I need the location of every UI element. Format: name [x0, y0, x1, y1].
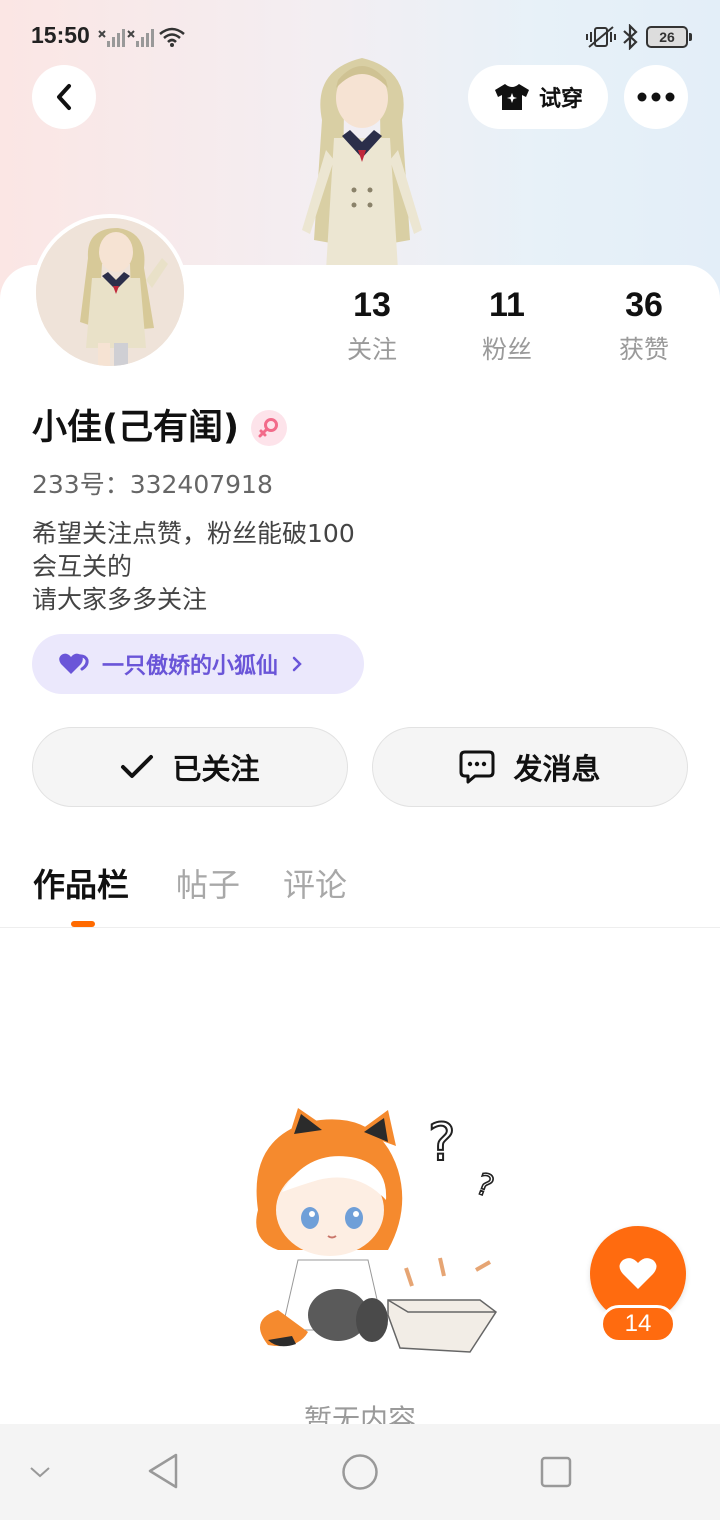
nav-recents-icon[interactable]	[540, 1456, 572, 1488]
wifi-icon	[159, 27, 185, 47]
user-id: 233号：332407918	[32, 470, 273, 499]
stat-following[interactable]: 13 关注	[312, 283, 432, 370]
female-icon	[251, 410, 287, 446]
battery-icon: 26	[646, 26, 692, 48]
signal-icon	[98, 29, 125, 47]
stat-value: 11	[489, 286, 525, 324]
user-bio: 希望关注点赞，粉丝能破100 会互关的 请大家多多关注	[32, 517, 355, 616]
system-nav-bar	[0, 1424, 720, 1520]
signal-icon	[127, 29, 154, 47]
try-on-label: 试穿	[538, 87, 583, 112]
avatar-image	[36, 218, 184, 366]
shirt-icon	[494, 84, 529, 110]
tab-posts[interactable]: 帖子	[176, 863, 240, 907]
chat-icon	[459, 750, 495, 784]
avatar-figure-illustration	[302, 58, 422, 270]
stat-label: 关注	[346, 335, 397, 364]
heart-icon	[59, 653, 89, 674]
send-message-button[interactable]: 发消息	[372, 727, 688, 807]
stat-label: 获赞	[618, 335, 669, 364]
bio-line: 会互关的	[32, 552, 133, 581]
content-tabs: 作品栏 帖子 评论	[0, 855, 720, 928]
active-tab-indicator	[71, 921, 95, 927]
stat-label: 粉丝	[481, 335, 532, 364]
collapse-icon[interactable]	[28, 1464, 52, 1480]
bio-line: 希望关注点赞，粉丝能破100	[32, 519, 355, 548]
stat-value: 36	[625, 286, 663, 324]
bio-line: 请大家多多关注	[32, 585, 208, 614]
name-row: 小佳(己有闺)	[32, 404, 287, 452]
fan-tag-label: 一只傲娇的小狐仙	[102, 654, 279, 679]
heart-icon	[619, 1258, 657, 1289]
stat-value: 13	[353, 286, 391, 324]
send-message-label: 发消息	[513, 752, 601, 786]
avatar[interactable]	[32, 214, 188, 370]
bluetooth-icon	[623, 24, 638, 50]
fan-group-tag[interactable]: 一只傲娇的小狐仙	[32, 634, 364, 694]
followed-button[interactable]: 已关注	[32, 727, 348, 807]
tab-comments[interactable]: 评论	[283, 863, 347, 907]
try-on-button[interactable]: 试穿	[468, 65, 608, 129]
nav-home-icon[interactable]	[341, 1453, 379, 1491]
followed-label: 已关注	[172, 752, 260, 786]
empty-state-illustration: ? ?	[256, 1108, 499, 1353]
user-name: 小佳(己有闺)	[32, 408, 239, 448]
more-button[interactable]	[624, 65, 688, 129]
chevron-right-icon	[292, 656, 302, 672]
nav-back-icon[interactable]	[146, 1452, 182, 1490]
back-icon	[57, 84, 71, 110]
vibrate-icon	[586, 26, 616, 48]
svg-text:?: ?	[471, 1167, 498, 1205]
tab-works[interactable]: 作品栏	[33, 863, 129, 907]
stat-followers[interactable]: 11 粉丝	[447, 283, 567, 370]
status-bar: 15:50 26	[0, 0, 720, 72]
svg-text:?: ?	[428, 1113, 456, 1173]
stat-likes[interactable]: 36 获赞	[584, 283, 704, 370]
status-time: 15:50	[31, 22, 90, 48]
like-count-badge: 14	[600, 1305, 676, 1343]
check-icon	[121, 755, 154, 778]
more-icon	[637, 92, 675, 102]
back-button[interactable]	[32, 65, 96, 129]
